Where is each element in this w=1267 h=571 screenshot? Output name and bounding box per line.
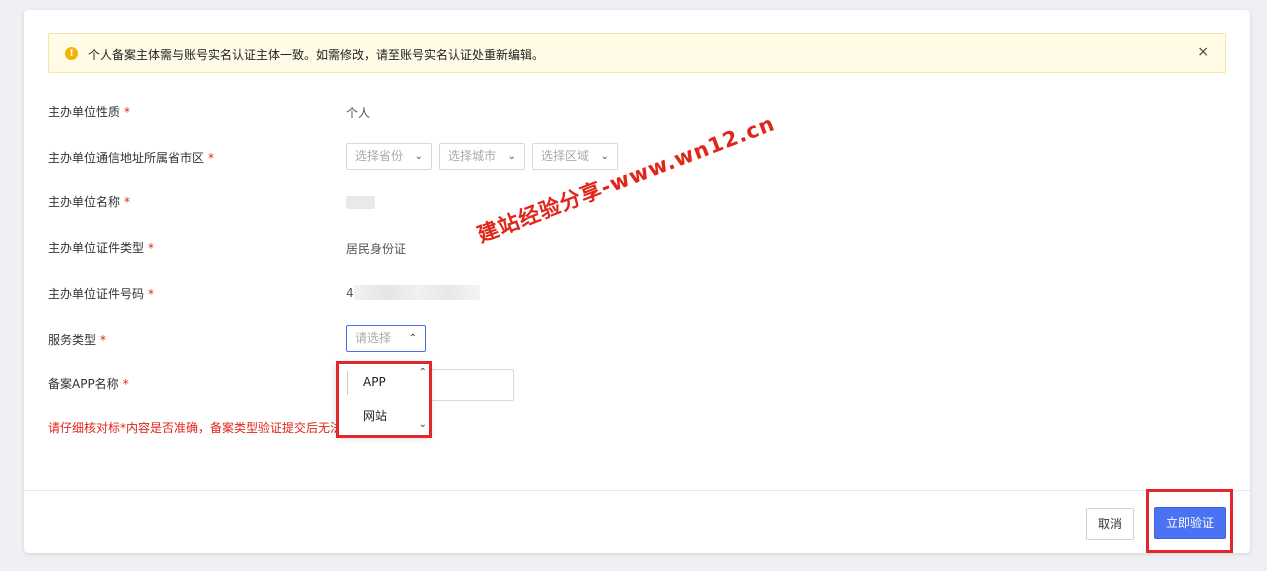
nature-value: 个人 [346,106,371,120]
city-select[interactable]: 选择城市 ⌄ [439,143,525,170]
required-mark: * [208,151,215,165]
district-placeholder: 选择区域 [541,149,590,163]
cancel-button[interactable]: 取消 [1086,508,1134,540]
service-type-placeholder: 请选择 [355,331,392,345]
close-icon[interactable]: × [1197,44,1209,60]
required-mark: * [148,287,155,301]
name-label: 主办单位名称 * [48,195,131,209]
province-select[interactable]: 选择省份 ⌄ [346,143,432,170]
notice-message: 个人备案主体需与账号实名认证主体一致。如需修改，请至账号实名认证处重新编辑。 [88,48,545,62]
required-mark: * [148,241,155,255]
cert-no-prefix: 4 [346,286,354,300]
cert-type-label: 主办单位证件类型 * [48,241,155,255]
chevron-down-icon: ⌄ [414,151,423,162]
warning-text: 请仔细核对标*内容是否准确，备案类型验证提交后无法修 [48,421,355,435]
required-mark: * [122,377,129,391]
nature-label: 主办单位性质 * [48,105,131,119]
warning-icon: ! [65,47,78,60]
app-name-input[interactable] [426,369,514,401]
district-select[interactable]: 选择区域 ⌄ [532,143,618,170]
province-placeholder: 选择省份 [355,149,404,163]
chevron-up-icon: ⌃ [408,333,417,344]
chevron-down-icon: ⌄ [600,151,609,162]
notice-banner: ! 个人备案主体需与账号实名认证主体一致。如需修改，请至账号实名认证处重新编辑。… [48,33,1226,73]
verification-card: ! 个人备案主体需与账号实名认证主体一致。如需修改，请至账号实名认证处重新编辑。… [24,10,1250,553]
cert-type-value: 居民身份证 [346,242,407,256]
verify-highlight-box [1146,489,1233,553]
service-type-select[interactable]: 请选择 ⌃ [346,325,426,352]
dropdown-highlight-box [336,361,432,438]
app-name-label: 备案APP名称 * [48,377,129,391]
footer-divider [24,490,1250,491]
required-mark: * [100,333,107,347]
chevron-down-icon: ⌄ [507,151,516,162]
redacted-name [346,196,375,209]
region-label: 主办单位通信地址所属省市区 * [48,151,215,165]
redacted-cert-number [354,285,480,300]
city-placeholder: 选择城市 [448,149,497,163]
required-mark: * [124,105,131,119]
cert-no-label: 主办单位证件号码 * [48,287,155,301]
service-type-label: 服务类型 * [48,333,107,347]
required-mark: * [124,195,131,209]
